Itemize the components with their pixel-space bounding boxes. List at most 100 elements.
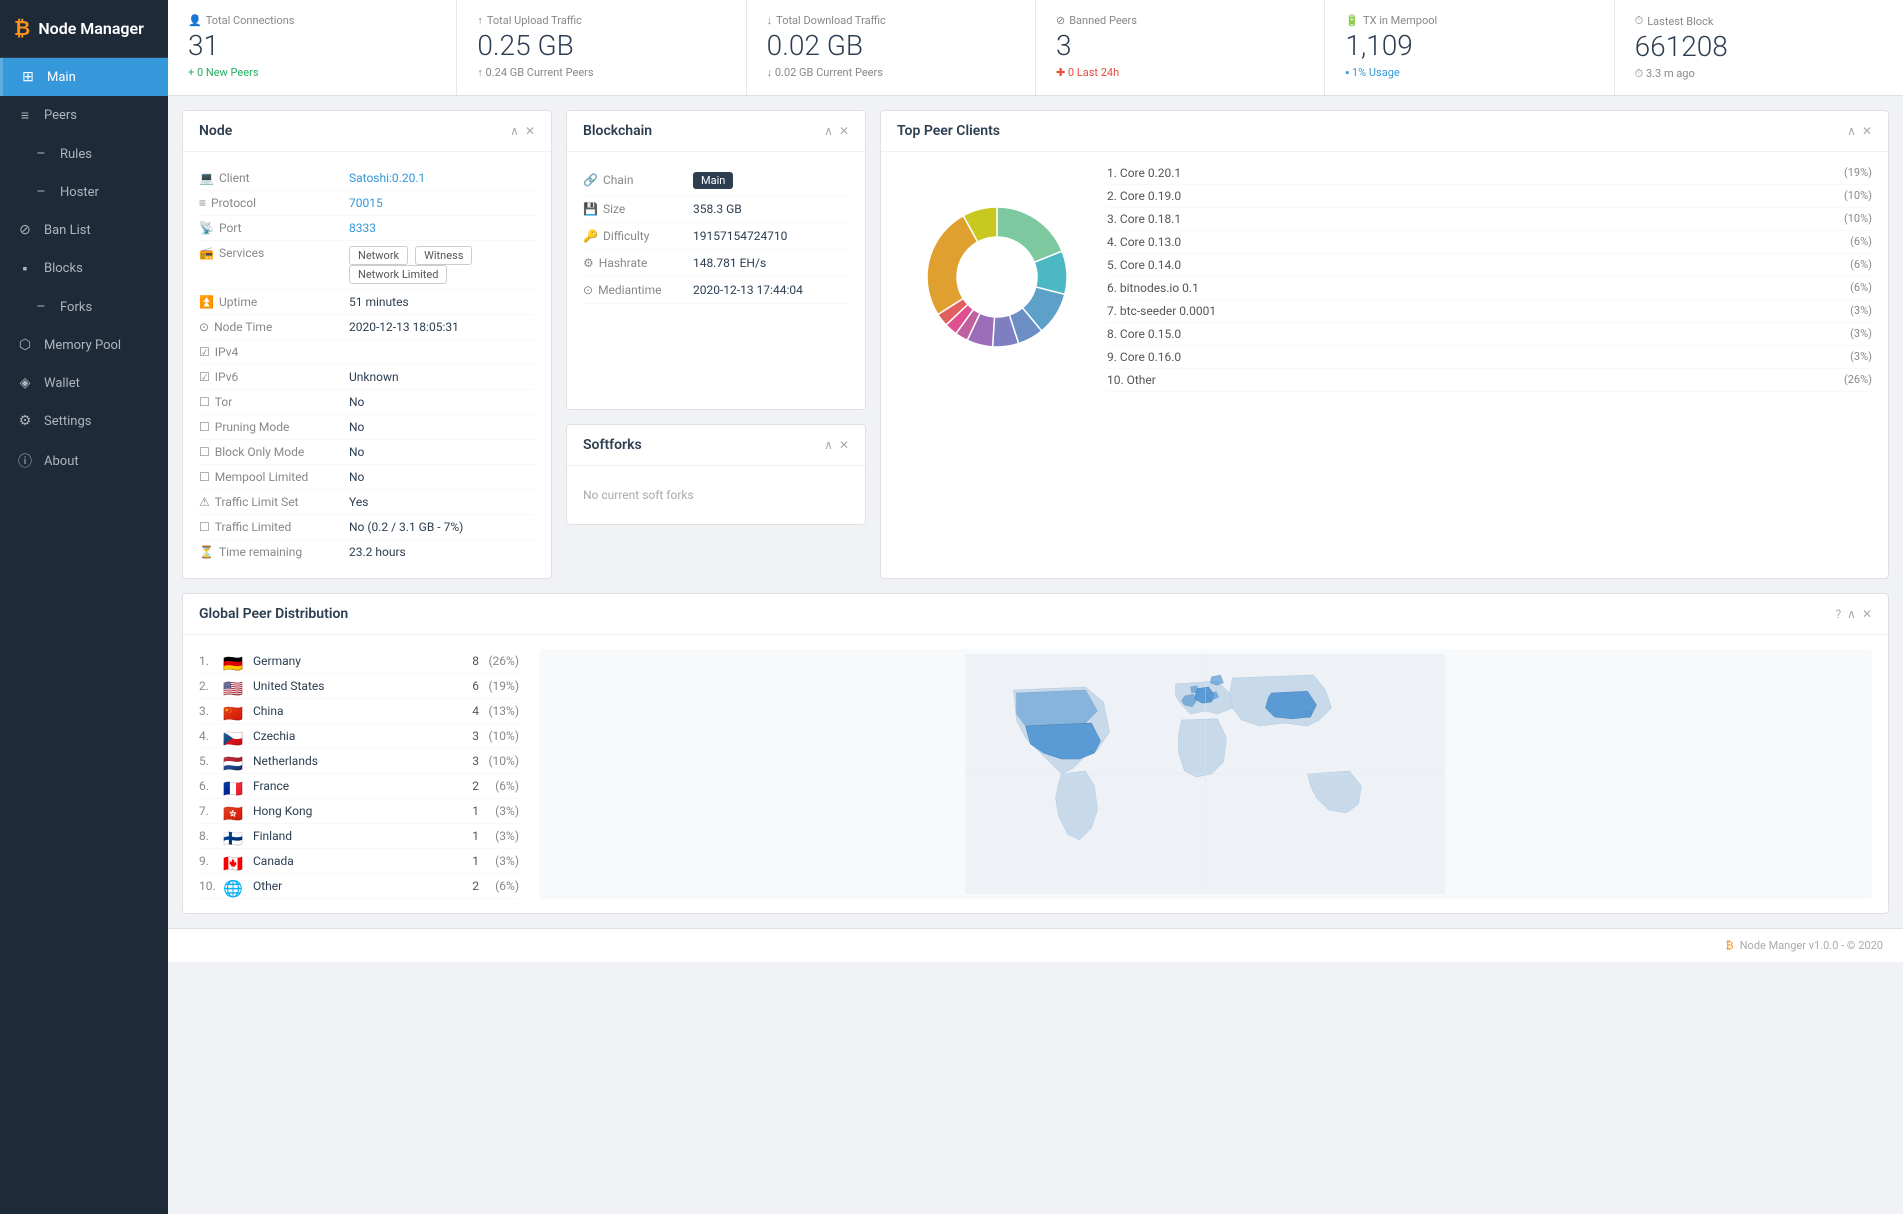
sidebar-label-wallet: Wallet <box>44 376 80 391</box>
peer-row-3: 3. Core 0.18.1 (10%) <box>1107 208 1872 231</box>
stat-lastblock: ⏱ Lastest Block 661208 ⏱ 3.3 m ago <box>1615 0 1903 95</box>
node-blockonly-label: ☐ Block Only Mode <box>199 445 349 459</box>
global-collapse-btn[interactable]: ∧ <box>1847 607 1856 621</box>
bc-difficulty-row: 🔑 Difficulty 19157154724710 <box>583 223 849 250</box>
mediantime-icon: ⊙ <box>583 283 593 297</box>
hashrate-icon: ⚙ <box>583 256 594 270</box>
sidebar-item-settings[interactable]: ⚙ Settings <box>0 402 168 440</box>
node-protocol-row: ≡ Protocol 70015 <box>199 191 535 216</box>
stat-download: ↓ Total Download Traffic 0.02 GB ↓ 0.02 … <box>747 0 1036 95</box>
blockchain-card-title: Blockchain <box>583 123 652 139</box>
global-close-btn[interactable]: ✕ <box>1862 607 1872 621</box>
upload-icon: ↑ <box>477 14 483 27</box>
mempoollimited-icon: ☐ <box>199 470 210 484</box>
badge-network-limited: Network Limited <box>349 265 447 284</box>
top-peers-controls: ∧ ✕ <box>1847 124 1872 138</box>
client-icon: 💻 <box>199 171 214 185</box>
country-row-3: 3. 🇨🇳 China 4 (13%) <box>199 699 519 724</box>
connections-icon: 👤 <box>188 14 202 27</box>
peer-pct-2: (10%) <box>1844 189 1872 202</box>
sidebar-item-forks[interactable]: – Forks <box>0 288 168 326</box>
node-close-btn[interactable]: ✕ <box>525 124 535 138</box>
timeremaining-icon: ⏳ <box>199 545 214 559</box>
stat-mempool-value: 1,109 <box>1345 31 1593 62</box>
blockchain-card-body: 🔗 Chain Main 💾 Size 358.3 GB 🔑 Difficult… <box>567 152 865 318</box>
global-card: Global Peer Distribution ? ∧ ✕ 1. 🇩🇪 Ger… <box>182 593 1889 914</box>
global-body: 1. 🇩🇪 Germany 8 (26%) 2. 🇺🇸 United State… <box>183 635 1888 913</box>
sidebar-item-rules[interactable]: – Rules <box>0 135 168 173</box>
softforks-collapse-btn[interactable]: ∧ <box>824 438 833 452</box>
sidebar-item-wallet[interactable]: ◈ Wallet <box>0 364 168 402</box>
peers-icon: ≡ <box>16 107 34 124</box>
sidebar-label-hoster: Hoster <box>60 185 99 200</box>
node-port-label: 📡 Port <box>199 221 349 235</box>
settings-icon: ⚙ <box>16 413 34 429</box>
sidebar-item-about[interactable]: ⓘ About <box>0 440 168 482</box>
peer-pct-3: (10%) <box>1844 212 1872 225</box>
bc-mediantime-value: 2020-12-13 17:44:04 <box>693 283 803 297</box>
peer-pct-5: (6%) <box>1850 258 1872 271</box>
sidebar-label-banlist: Ban List <box>44 223 91 238</box>
peer-pct-1: (19%) <box>1844 166 1872 179</box>
peer-row-1: 1. Core 0.20.1 (19%) <box>1107 162 1872 185</box>
node-port-row: 📡 Port 8333 <box>199 216 535 241</box>
sidebar-item-main[interactable]: ⊞ Main <box>0 58 168 96</box>
node-card-body: 💻 Client Satoshi:0.20.1 ≡ Protocol 70015… <box>183 152 551 578</box>
world-map <box>539 649 1872 899</box>
bc-mediantime-label: ⊙ Mediantime <box>583 283 693 297</box>
blockchain-collapse-btn[interactable]: ∧ <box>824 124 833 138</box>
global-help-btn[interactable]: ? <box>1835 607 1841 621</box>
peer-pct-6: (6%) <box>1850 281 1872 294</box>
node-protocol-value: 70015 <box>349 196 535 210</box>
global-card-title: Global Peer Distribution <box>199 606 348 622</box>
trafficlimitset-icon: ⚠ <box>199 495 210 509</box>
size-icon: 💾 <box>583 202 598 216</box>
top-peers-title: Top Peer Clients <box>897 123 1000 139</box>
node-services-row: 📻 Services Network Witness Network Limit… <box>199 241 535 290</box>
node-protocol-label: ≡ Protocol <box>199 196 349 210</box>
nodetime-icon: ⊙ <box>199 320 209 334</box>
sidebar-item-mempool[interactable]: ⬡ Memory Pool <box>0 326 168 364</box>
node-trafficlimited-row: ☐ Traffic Limited No (0.2 / 3.1 GB - 7%) <box>199 515 535 540</box>
stat-mempool-sub: ▪ 1% Usage <box>1345 66 1593 79</box>
node-card: Node ∧ ✕ 💻 Client Satoshi:0.20.1 ≡ Proto… <box>182 110 552 579</box>
sidebar-item-blocks[interactable]: ▪ Blocks <box>0 249 168 288</box>
protocol-icon: ≡ <box>199 196 206 210</box>
top-peers-close-btn[interactable]: ✕ <box>1862 124 1872 138</box>
sidebar-item-hoster[interactable]: – Hoster <box>0 173 168 211</box>
top-peers-collapse-btn[interactable]: ∧ <box>1847 124 1856 138</box>
peers-list: 1. Core 0.20.1 (19%) 2. Core 0.19.0 (10%… <box>1107 162 1872 392</box>
peer-row-8: 8. Core 0.15.0 (3%) <box>1107 323 1872 346</box>
node-pruning-label: ☐ Pruning Mode <box>199 420 349 434</box>
home-icon: ⊞ <box>19 69 37 85</box>
sidebar-item-banlist[interactable]: ⊘ Ban List <box>0 211 168 249</box>
map-svg <box>539 654 1872 894</box>
node-mempoollimited-row: ☐ Mempool Limited No <box>199 465 535 490</box>
stat-download-sub: ↓ 0.02 GB Current Peers <box>767 66 1015 79</box>
blockchain-close-btn[interactable]: ✕ <box>839 124 849 138</box>
trafficlimited-icon: ☐ <box>199 520 210 534</box>
stat-banned-label: ⊘ Banned Peers <box>1056 14 1304 27</box>
node-trafficlimited-value: No (0.2 / 3.1 GB - 7%) <box>349 520 535 534</box>
node-mempoollimited-label: ☐ Mempool Limited <box>199 470 349 484</box>
peer-rank-9: 9. Core 0.16.0 <box>1107 350 1181 364</box>
node-card-controls: ∧ ✕ <box>510 124 535 138</box>
country-row-6: 6. 🇫🇷 France 2 (6%) <box>199 774 519 799</box>
node-tor-label: ☐ Tor <box>199 395 349 409</box>
peer-rank-3: 3. Core 0.18.1 <box>1107 212 1181 226</box>
sidebar-label-about: About <box>44 454 79 469</box>
mempool-stat-icon: 🔋 <box>1345 14 1359 27</box>
port-icon: 📡 <box>199 221 214 235</box>
peer-pct-4: (6%) <box>1850 235 1872 248</box>
node-ipv6-label: ☑ IPv6 <box>199 370 349 384</box>
node-timeremaining-label: ⏳ Time remaining <box>199 545 349 559</box>
node-collapse-btn[interactable]: ∧ <box>510 124 519 138</box>
stat-connections-sub: + 0 New Peers <box>188 66 436 79</box>
sidebar-item-peers[interactable]: ≡ Peers <box>0 96 168 135</box>
softforks-close-btn[interactable]: ✕ <box>839 438 849 452</box>
country-row-5: 5. 🇳🇱 Netherlands 3 (10%) <box>199 749 519 774</box>
node-card-title: Node <box>199 123 232 139</box>
bc-difficulty-label: 🔑 Difficulty <box>583 229 693 243</box>
softforks-card-body: No current soft forks <box>567 466 865 524</box>
stat-lastblock-label: ⏱ Lastest Block <box>1635 14 1883 28</box>
